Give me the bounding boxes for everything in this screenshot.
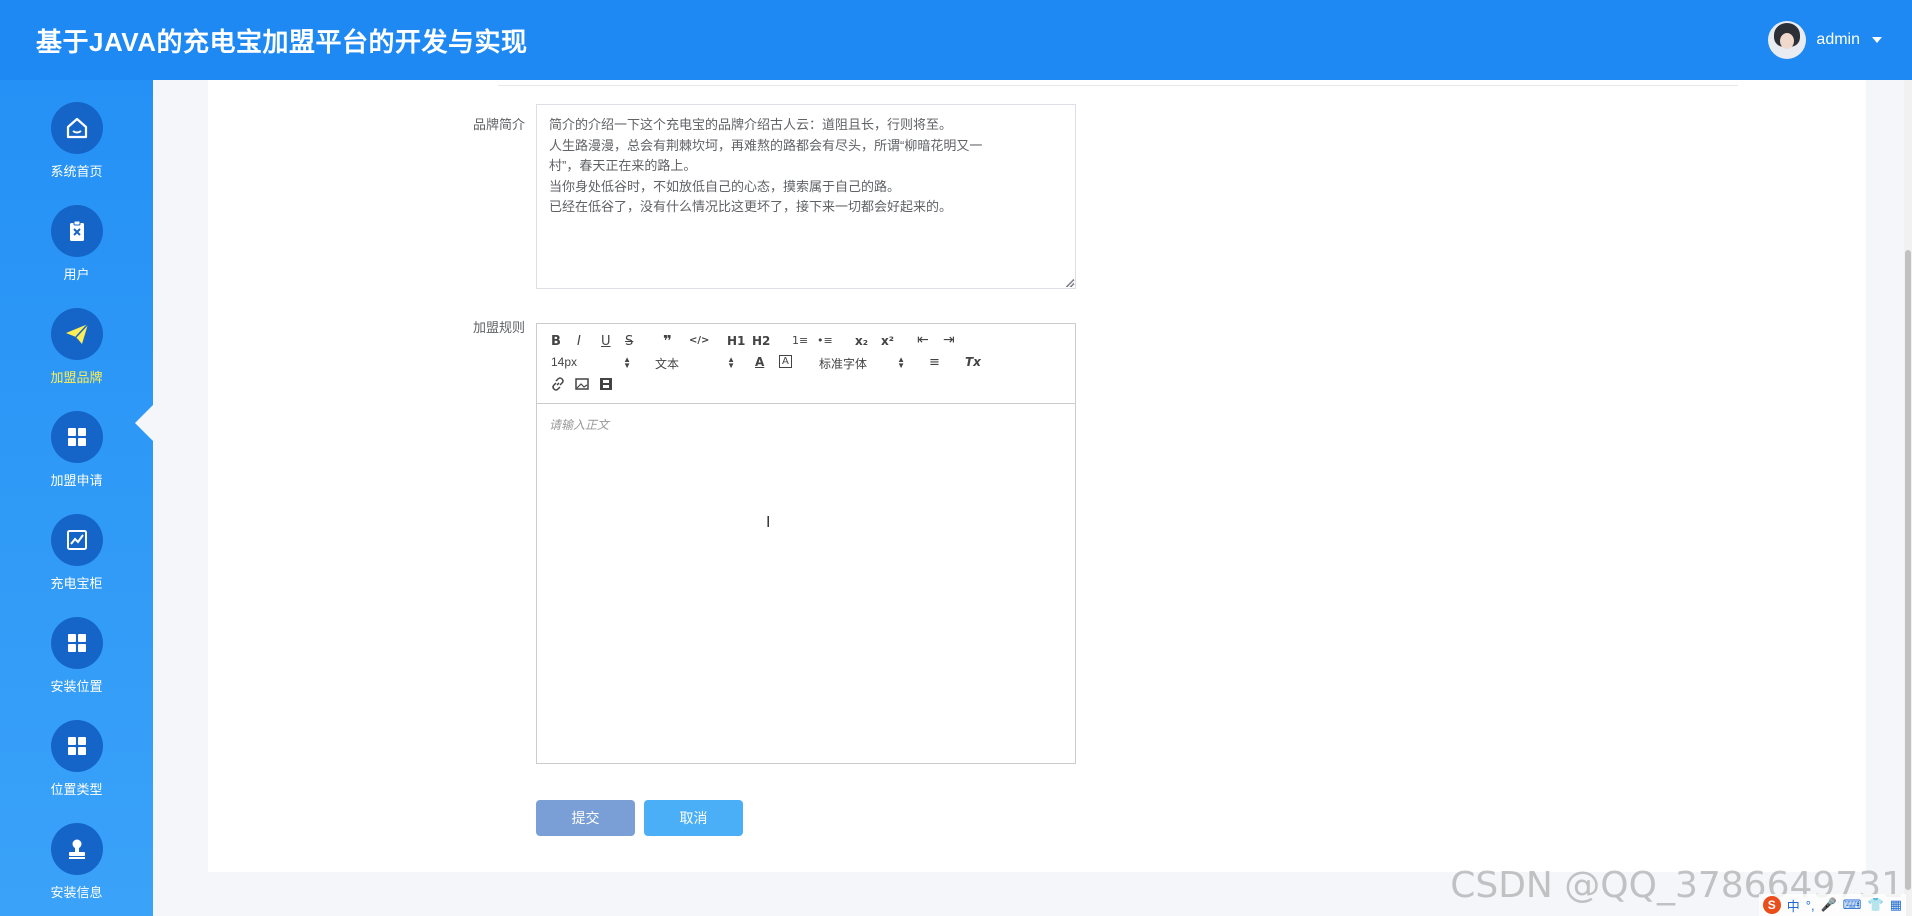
rules-label: 加盟规则 [473, 320, 526, 335]
keyboard-icon[interactable]: ⌨ [1843, 897, 1862, 913]
clipboard-icon [50, 205, 103, 257]
avatar[interactable] [1768, 21, 1807, 59]
app-title: 基于JAVA的充电宝加盟平台的开发与实现 [36, 26, 528, 57]
video-button[interactable] [599, 377, 613, 395]
image-button[interactable] [575, 377, 589, 395]
grid-menu-icon[interactable]: ▦ [1890, 897, 1902, 913]
grid-icon [50, 617, 103, 669]
chart-icon [50, 514, 103, 566]
username[interactable]: admin [1816, 31, 1860, 49]
ime-tray: S 中 °, 🎤 ⌨ 👕 ▦ [1758, 894, 1906, 916]
home-icon [50, 102, 103, 154]
clean-format-button[interactable]: Tx [965, 355, 981, 369]
cancel-button[interactable]: 取消 [644, 800, 743, 836]
select-arrows-icon: ▲ ▼ [623, 355, 631, 370]
ime-language[interactable]: 中 [1787, 896, 1800, 915]
text-cursor-icon: I [766, 514, 771, 531]
link-button[interactable] [551, 377, 565, 394]
blockquote-button[interactable]: ❞ [663, 332, 672, 350]
resize-handle[interactable] [1066, 279, 1074, 287]
sidebar-item-install-location[interactable]: 安装位置 [0, 617, 153, 717]
select-arrows-icon: ▲ ▼ [727, 355, 735, 370]
sidebar: 系统首页 用户 加盟品牌 加盟申请 充电宝柜 安装位置 位置类型 安装信息 [0, 80, 153, 916]
brand-intro-textarea[interactable]: 简介的介绍一下这个充电宝的品牌介绍古人云：道阻且长，行则将至。 人生路漫漫，总会… [536, 104, 1076, 289]
text-color-button[interactable]: A [755, 355, 764, 369]
outdent-button[interactable]: ⇤ [917, 332, 929, 348]
background-color-button[interactable]: A [779, 355, 792, 368]
superscript-button[interactable]: x² [881, 334, 894, 348]
sidebar-item-label: 安装位置 [50, 679, 103, 694]
sidebar-item-cabinets[interactable]: 充电宝柜 [0, 514, 153, 614]
italic-button[interactable]: I [577, 334, 581, 349]
grid-icon [50, 411, 103, 463]
caret-down-icon[interactable] [1872, 37, 1882, 43]
sidebar-item-label: 加盟品牌 [50, 370, 103, 385]
sogou-logo-icon: S [1762, 896, 1781, 914]
submit-button[interactable]: 提交 [536, 800, 635, 836]
header-select[interactable]: 文本 ▲ ▼ [655, 355, 735, 372]
sidebar-item-label: 充电宝柜 [50, 576, 103, 591]
select-arrows-icon: ▲ ▼ [897, 355, 905, 370]
ordered-list-button[interactable]: 1≡ [792, 334, 808, 347]
grid-icon [50, 720, 103, 772]
editor-content-area[interactable]: 请输入正文 I [537, 404, 1075, 763]
link-icon [552, 377, 564, 391]
image-icon [575, 378, 589, 390]
scrollbar-thumb[interactable] [1905, 250, 1911, 890]
sidebar-item-label: 安装信息 [50, 885, 103, 900]
indent-button[interactable]: ⇥ [943, 332, 955, 348]
mic-icon[interactable]: 🎤 [1821, 897, 1837, 913]
sidebar-item-label: 用户 [63, 267, 90, 282]
video-icon [600, 378, 612, 390]
scrollbar[interactable] [1904, 80, 1912, 916]
punctuation-icon[interactable]: °, [1806, 898, 1815, 913]
sidebar-item-users[interactable]: 用户 [0, 205, 153, 305]
shirt-icon[interactable]: 👕 [1868, 897, 1884, 913]
stamp-icon [50, 823, 103, 875]
sidebar-item-brands[interactable]: 加盟品牌 [0, 308, 153, 408]
sidebar-item-label: 位置类型 [50, 782, 103, 797]
font-size-value: 14px [551, 355, 578, 369]
rich-text-editor: B I U S ❞ </> H1 H2 1≡ •≡ x₂ x² ⇤ ⇥ 14px… [536, 323, 1076, 764]
sidebar-item-label: 系统首页 [50, 164, 103, 179]
sidebar-item-home[interactable]: 系统首页 [0, 102, 153, 202]
h2-button[interactable]: H2 [752, 334, 770, 348]
editor-toolbar: B I U S ❞ </> H1 H2 1≡ •≡ x₂ x² ⇤ ⇥ 14px… [537, 324, 1075, 404]
bold-button[interactable]: B [551, 334, 561, 349]
sidebar-item-applications[interactable]: 加盟申请 [0, 411, 153, 511]
underline-button[interactable]: U [601, 334, 611, 349]
top-header: 基于JAVA的充电宝加盟平台的开发与实现 admin [0, 0, 1912, 80]
bullet-list-button[interactable]: •≡ [817, 334, 833, 347]
strike-button[interactable]: S [625, 334, 633, 349]
font-family-select[interactable]: 标准字体 ▲ ▼ [819, 355, 905, 372]
header-select-value: 文本 [655, 357, 680, 371]
divider [498, 85, 1738, 86]
active-indicator [135, 405, 153, 441]
paper-plane-icon [50, 308, 103, 360]
user-menu[interactable]: admin [1768, 21, 1882, 59]
font-family-value: 标准字体 [819, 357, 868, 371]
sidebar-item-location-type[interactable]: 位置类型 [0, 720, 153, 820]
align-button[interactable]: ≡ [929, 355, 940, 370]
editor-placeholder: 请输入正文 [549, 418, 610, 432]
brand-intro-label: 品牌简介 [473, 117, 526, 132]
sidebar-item-label: 加盟申请 [50, 473, 103, 488]
code-block-button[interactable]: </> [689, 335, 709, 346]
sidebar-item-install-info[interactable]: 安装信息 [0, 823, 153, 916]
font-size-select[interactable]: 14px ▲ ▼ [551, 355, 631, 370]
h1-button[interactable]: H1 [727, 334, 745, 348]
subscript-button[interactable]: x₂ [855, 334, 868, 348]
